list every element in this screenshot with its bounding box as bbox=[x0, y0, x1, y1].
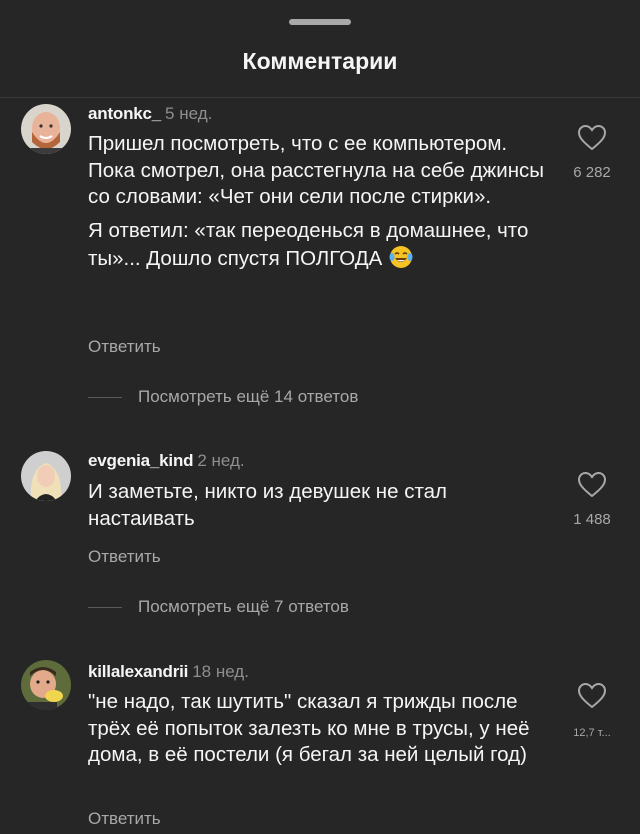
avatar-bald-man-beard-icon bbox=[21, 104, 71, 154]
username[interactable]: evgenia_kind bbox=[88, 451, 194, 470]
drag-handle[interactable] bbox=[289, 19, 351, 25]
like-control[interactable]: 1 488 bbox=[562, 472, 622, 528]
comment-paragraph: И заметьте, никто из девушек не стал нас… bbox=[88, 480, 447, 530]
like-count: 6 282 bbox=[573, 164, 611, 181]
avatar[interactable] bbox=[21, 451, 71, 501]
comment-text: Пришел посмотреть, что с ее компьютером.… bbox=[88, 131, 558, 273]
reply-button[interactable]: Ответить bbox=[88, 337, 161, 357]
comment-paragraph: Пришел посмотреть, что с ее компьютером.… bbox=[88, 132, 545, 208]
like-count: 1 488 bbox=[573, 511, 611, 528]
reply-button[interactable]: Ответить bbox=[88, 547, 161, 567]
like-count: 12,7 т... bbox=[573, 727, 611, 739]
sheet-title: Комментарии bbox=[242, 48, 398, 74]
avatar-blonde-woman-icon bbox=[21, 451, 71, 501]
like-control[interactable]: 12,7 т... bbox=[562, 683, 622, 739]
heart-icon bbox=[578, 683, 606, 709]
avatar-man-eating-icon bbox=[21, 660, 71, 710]
comment-meta: evgenia_kind 2 нед. bbox=[88, 451, 245, 471]
heart-icon bbox=[578, 472, 606, 498]
reply-divider-line bbox=[88, 396, 122, 398]
reply-button[interactable]: Ответить bbox=[88, 809, 161, 829]
reply-divider-line bbox=[88, 606, 122, 608]
avatar[interactable] bbox=[21, 660, 71, 710]
username[interactable]: killalexandrii bbox=[88, 662, 188, 681]
comment-paragraph: "не надо, так шутить" сказал я трижды по… bbox=[88, 690, 530, 766]
comment-meta: killalexandrii 18 нед. bbox=[88, 662, 249, 682]
comment-text: И заметьте, никто из девушек не стал нас… bbox=[88, 479, 558, 532]
view-more-replies[interactable]: Посмотреть ещё 14 ответов bbox=[88, 387, 358, 407]
view-more-replies[interactable]: Посмотреть ещё 7 ответов bbox=[88, 597, 349, 617]
comment-text: "не надо, так шутить" сказал я трижды по… bbox=[88, 689, 558, 769]
face-with-tears-of-joy-icon bbox=[389, 246, 413, 268]
like-control[interactable]: 6 282 bbox=[562, 125, 622, 181]
timestamp: 2 нед. bbox=[197, 451, 245, 470]
avatar[interactable] bbox=[21, 104, 71, 154]
view-more-label: Посмотреть ещё 14 ответов bbox=[138, 387, 359, 406]
timestamp: 18 нед. bbox=[192, 662, 249, 681]
heart-icon bbox=[578, 125, 606, 151]
header-divider bbox=[0, 97, 640, 98]
timestamp: 5 нед. bbox=[165, 104, 213, 123]
comment-meta: antonkc_ 5 нед. bbox=[88, 104, 212, 124]
username[interactable]: antonkc_ bbox=[88, 104, 161, 123]
comment-paragraph: Я ответил: «так переоденься в домашнее, … bbox=[88, 218, 529, 271]
view-more-label: Посмотреть ещё 7 ответов bbox=[138, 597, 349, 616]
